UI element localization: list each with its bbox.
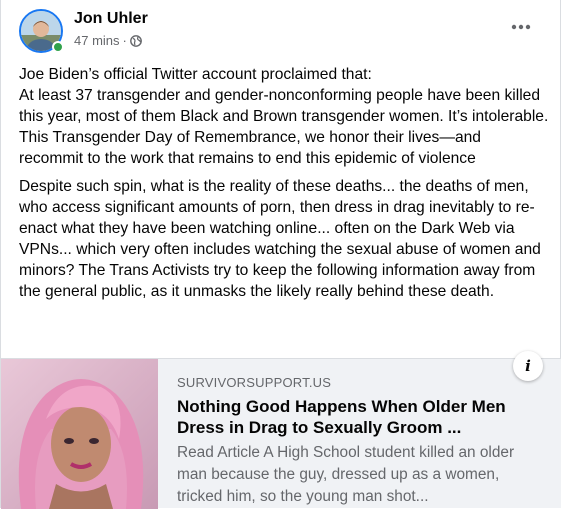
link-title[interactable]: Nothing Good Happens When Older Men Dres…	[177, 396, 547, 438]
post-timestamp[interactable]: 47 mins	[74, 33, 120, 48]
link-description: Read Article A High School student kille…	[177, 444, 515, 505]
post-paragraph: Despite such spin, what is the reality o…	[19, 178, 541, 300]
post-meta: 47 mins ·	[74, 33, 142, 48]
globe-icon[interactable]	[129, 34, 142, 47]
online-status-dot	[52, 41, 64, 53]
info-label: i	[525, 357, 531, 375]
link-preview-card[interactable]: SURVIVORSUPPORT.US Nothing Good Happens …	[1, 351, 561, 509]
post-paragraph: Joe Biden’s official Twitter account pro…	[19, 66, 549, 167]
more-dots-icon[interactable]	[510, 21, 532, 33]
post-body: Joe Biden’s official Twitter account pro…	[19, 64, 549, 309]
meta-separator: ·	[122, 33, 127, 48]
link-text[interactable]: SURVIVORSUPPORT.US Nothing Good Happens …	[177, 375, 547, 508]
thumbnail-image	[1, 359, 158, 509]
link-thumbnail[interactable]	[1, 359, 158, 509]
post-header: Jon Uhler 47 mins ·	[19, 9, 542, 55]
avatar-wrap[interactable]	[19, 9, 64, 53]
info-icon[interactable]: i	[513, 351, 543, 381]
author-name[interactable]: Jon Uhler	[74, 10, 148, 28]
link-domain: SURVIVORSUPPORT.US	[177, 375, 332, 390]
feed-post: Jon Uhler 47 mins · Joe Biden’s official…	[0, 0, 561, 509]
